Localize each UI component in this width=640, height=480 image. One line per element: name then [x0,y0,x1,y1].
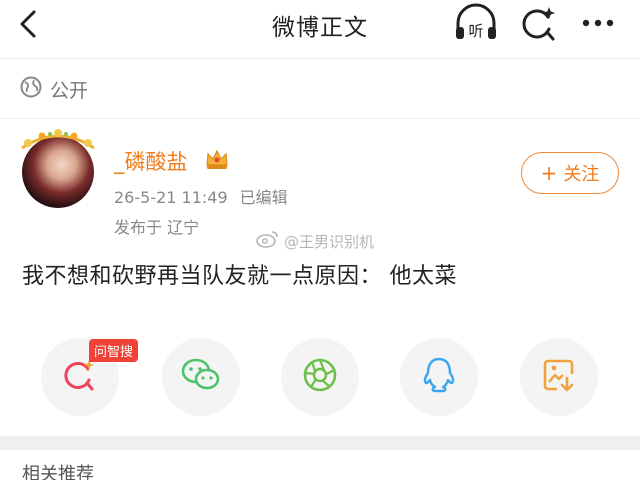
related-title: 相关推荐 [22,464,94,480]
crown-icon[interactable] [204,147,230,171]
top-bar: 微博正文 听 [0,0,640,52]
share-moments-button[interactable] [281,338,359,416]
ai-search-icon [61,356,99,398]
avatar-flower-decoration [16,126,100,156]
watermark-text: @王男识别机 [284,232,375,251]
weibo-logo-icon [256,230,280,252]
wechat-icon [180,356,222,398]
globe-icon [20,76,42,102]
visibility-label: 公开 [50,79,89,102]
save-image-icon [541,356,577,398]
share-qq-button[interactable] [400,338,478,416]
section-separator [0,436,640,450]
post-location: 发布于 辽宁 [114,218,200,237]
visibility-row: 公开 [20,74,88,104]
watermark: @王男识别机 [256,230,374,252]
ai-search-badge: 问智搜 [89,339,139,362]
divider [0,118,640,119]
post-meta: 26-5-21 11:49 已编辑 [114,184,288,208]
post-timestamp: 26-5-21 11:49 [114,188,228,207]
follow-label: 关注 [563,164,600,185]
plus-icon: + [540,161,558,185]
follow-button[interactable]: + 关注 [521,152,619,194]
search-icon[interactable] [518,3,558,45]
divider [0,58,640,59]
edited-label: 已编辑 [239,188,288,207]
qq-icon [421,355,457,399]
more-icon[interactable] [578,10,618,36]
listen-icon[interactable]: 听 [452,3,500,45]
username[interactable]: _磷酸盐 [114,146,188,176]
moments-icon [301,356,339,398]
svg-text:听: 听 [468,22,483,40]
share-wechat-button[interactable] [162,338,240,416]
save-image-button[interactable] [520,338,598,416]
post-text: 我不想和砍野再当队友就一点原因： 他太菜 [22,264,457,289]
